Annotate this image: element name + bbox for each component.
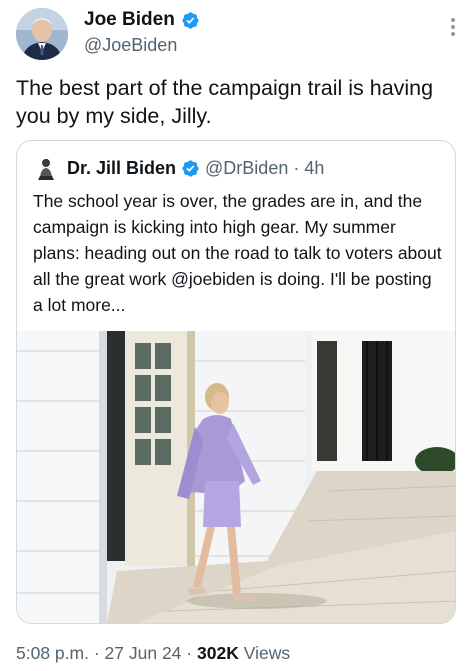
tweet-text: The best part of the campaign trail is h…	[16, 76, 434, 128]
footer-separator: ·	[93, 643, 100, 663]
tweet: Joe Biden @JoeBiden The best part of the…	[0, 0, 474, 671]
quoted-author-name[interactable]: Dr. Jill Biden	[67, 158, 176, 179]
more-options-icon[interactable]	[450, 18, 456, 38]
author-handle[interactable]: @JoeBiden	[84, 35, 177, 56]
quoted-avatar-icon	[33, 156, 59, 182]
avatar-image	[16, 8, 68, 60]
tweet-timestamp-line: 5:08 p.m. · 27 Jun 24 · 302K Views	[16, 643, 290, 664]
quoted-verified-badge-icon	[182, 160, 199, 177]
verified-badge-icon	[182, 11, 199, 29]
author-name-text: Joe Biden	[84, 9, 175, 30]
quoted-author-handle: @DrBiden	[205, 158, 289, 178]
quoted-author-line: Dr. Jill Biden @DrBiden · 4h	[67, 158, 324, 179]
footer-separator: ·	[186, 643, 193, 663]
views-count: 302K	[197, 643, 239, 663]
tweet-date[interactable]: 27 Jun 24	[105, 643, 182, 663]
views-label: Views	[243, 643, 291, 663]
author-avatar[interactable]	[16, 8, 68, 60]
tweet-time[interactable]: 5:08 p.m.	[16, 643, 89, 663]
quoted-tweet-text: The school year is over, the grades are …	[33, 191, 442, 315]
quoted-tweet[interactable]: Dr. Jill Biden @DrBiden · 4h The school …	[16, 140, 456, 624]
author-name[interactable]: Joe Biden	[84, 9, 200, 31]
quoted-photo[interactable]	[17, 331, 456, 623]
quoted-time[interactable]: 4h	[304, 158, 324, 179]
quoted-separator: ·	[293, 158, 300, 178]
